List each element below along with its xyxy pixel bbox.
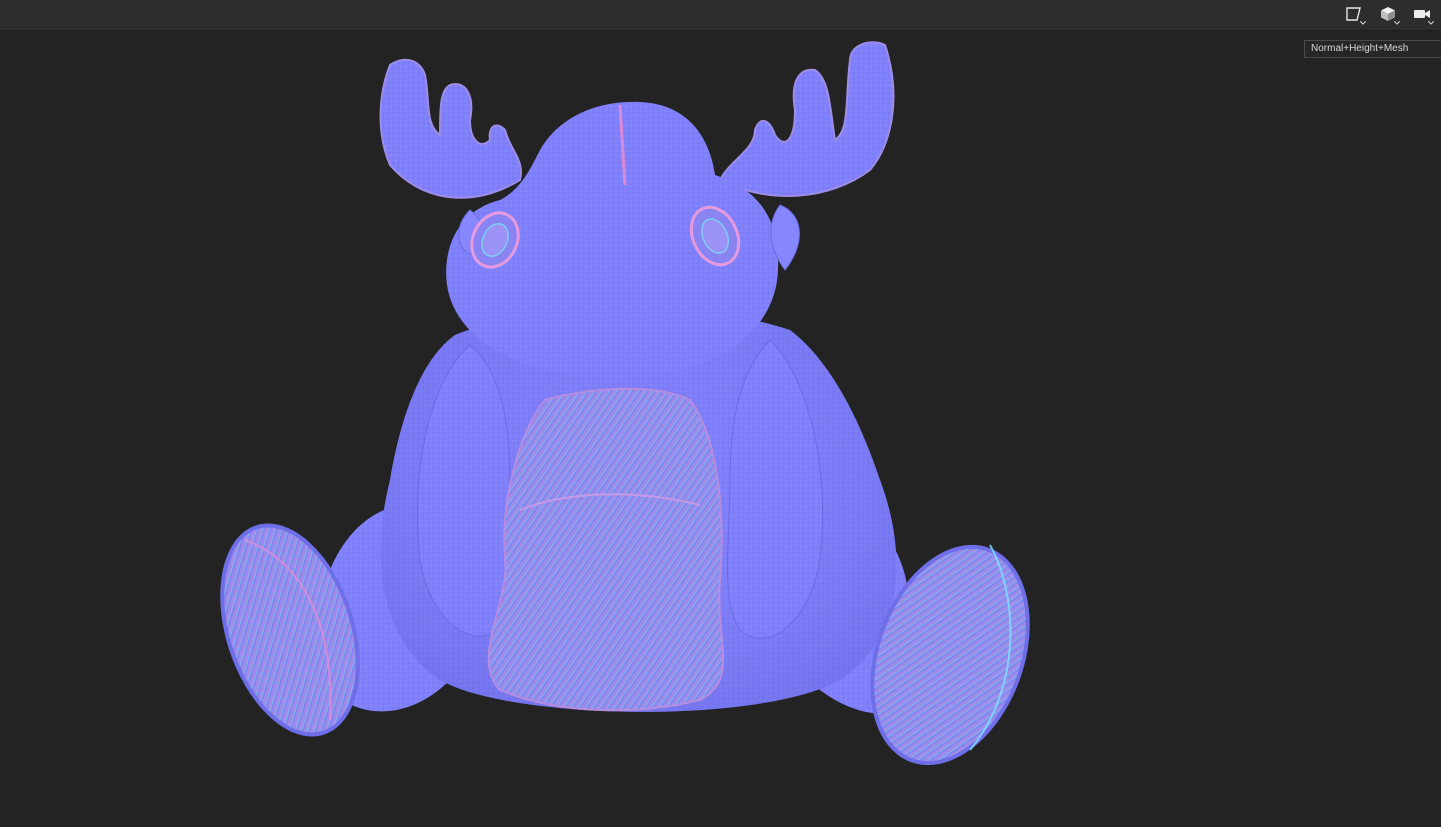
display-mode-button[interactable] xyxy=(1375,2,1401,26)
3d-viewport[interactable]: Normal+Height+Mesh xyxy=(0,0,1441,827)
chevron-down-icon xyxy=(1428,21,1434,25)
chevron-down-icon xyxy=(1394,21,1400,25)
camera-frame-button[interactable] xyxy=(1341,2,1367,26)
video-camera-icon xyxy=(1414,10,1430,18)
viewport-tools xyxy=(1341,1,1435,27)
moose-plush-normal-map-render[interactable] xyxy=(0,30,1441,827)
camera-button[interactable] xyxy=(1409,2,1435,26)
chevron-down-icon xyxy=(1360,21,1366,25)
viewport-toolbar xyxy=(0,0,1441,31)
belly-patch xyxy=(487,387,725,712)
left-antler xyxy=(379,58,522,199)
camera-frame-icon xyxy=(1346,7,1361,21)
right-antler xyxy=(718,41,895,197)
cube-view-icon xyxy=(1381,7,1395,21)
